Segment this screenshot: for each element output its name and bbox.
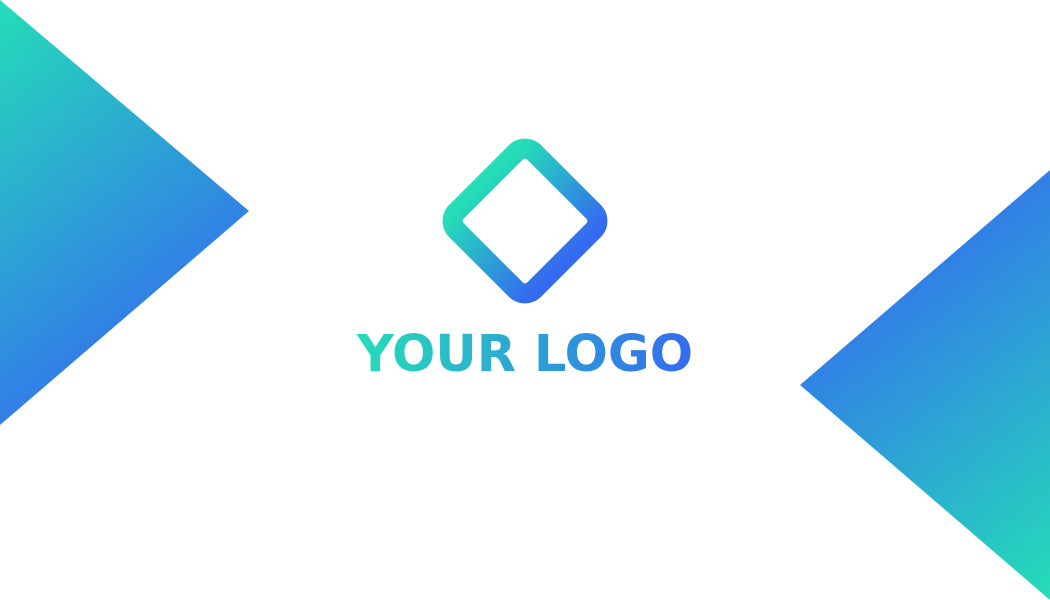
logo-text: YOUR LOGO xyxy=(356,325,693,384)
business-card-canvas: YOUR LOGO xyxy=(0,0,1050,600)
